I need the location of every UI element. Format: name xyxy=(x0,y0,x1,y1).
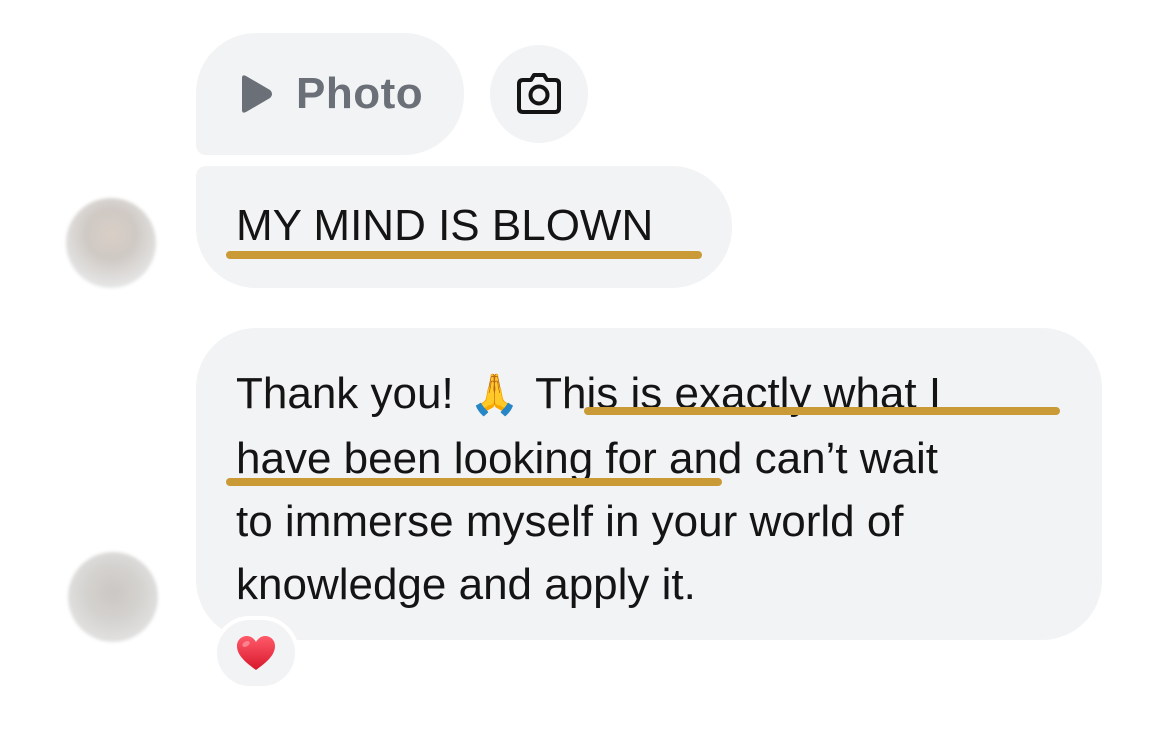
heart-reaction[interactable] xyxy=(213,616,299,690)
message-2-line-3: to immerse myself in your world of xyxy=(236,497,904,546)
photo-attachment-bubble[interactable]: Photo xyxy=(196,33,464,155)
camera-button[interactable] xyxy=(490,45,588,143)
message-2-line-4: knowledge and apply it. xyxy=(236,560,696,609)
photo-label: Photo xyxy=(296,69,424,118)
highlight-underline xyxy=(584,407,1060,415)
highlight-underline xyxy=(226,478,722,486)
camera-icon xyxy=(517,73,561,114)
sender-avatar[interactable] xyxy=(66,198,156,288)
sender-avatar[interactable] xyxy=(68,552,158,642)
heart-icon xyxy=(237,636,275,670)
highlight-underline xyxy=(226,251,702,259)
play-icon xyxy=(242,75,272,113)
photo-attachment-content: Photo xyxy=(232,33,423,155)
praying-hands-emoji: 🙏 xyxy=(469,372,520,418)
message-bubble-1[interactable]: MY MIND IS BLOWN xyxy=(196,166,732,288)
message-2-line-1: Thank you! 🙏 This is exactly what I xyxy=(236,362,1076,427)
message-2-text: Thank you! 🙏 This is exactly what I have… xyxy=(236,362,1076,616)
message-1-text: MY MIND IS BLOWN xyxy=(236,201,654,250)
